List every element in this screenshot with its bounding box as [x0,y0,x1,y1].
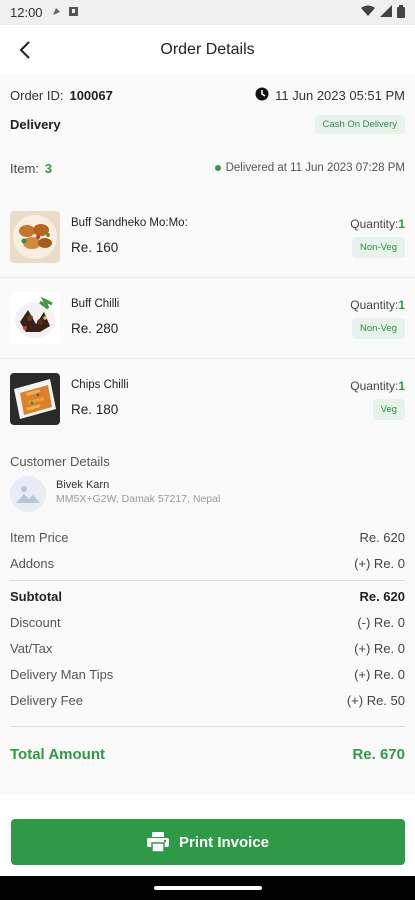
total-value: Re. 670 [352,746,405,763]
back-arrow-icon [19,41,30,59]
delivery-fee-label: Delivery Fee [10,693,83,708]
item-count: 3 [44,160,53,176]
print-invoice-button[interactable]: Print Invoice [11,819,405,865]
total-label: Total Amount [10,746,105,763]
order-items-list: Buff Sandheko Mo:Mo: Re. 160 Quantity:1 … [0,197,415,440]
food-image-chips-chilli [10,373,60,425]
price-summary: Item Price Re. 620 Addons (+) Re. 0 Subt… [10,530,405,770]
page-title: Order Details [160,41,255,58]
subtotal-value: Re. 620 [359,589,405,604]
order-type: Delivery [10,116,61,132]
payment-badge: Cash On Delivery [314,114,405,134]
clock-icon [255,87,269,104]
list-item: Buff Sandheko Mo:Mo: Re. 160 Quantity:1 … [0,197,415,278]
food-price: Re. 280 [71,321,119,336]
delivered-status-dot [214,165,221,171]
food-name: Chips Chilli [71,379,129,391]
food-quantity: Quantity:1 [350,379,405,393]
delivered-text: Delivered at 11 Jun 2023 07:28 PM [225,162,405,174]
item-price-value: Re. 620 [359,530,405,545]
status-time: 12:00 [10,5,43,20]
tips-row: Delivery Man Tips (+) Re. 0 [10,667,405,682]
wifi-icon [361,5,375,20]
food-tag: Non-Veg [352,237,405,258]
order-date: 11 Jun 2023 05:51 PM [275,87,405,103]
food-price: Re. 160 [71,240,119,255]
delivery-fee-row: Delivery Fee (+) Re. 50 [10,693,405,708]
item-count-row: Item: 3 Delivered at 11 Jun 2023 07:28 P… [10,157,405,179]
avatar [10,476,46,512]
notification-icon [51,6,62,20]
subtotal-label: Subtotal [10,589,62,604]
back-button[interactable] [10,35,40,65]
discount-label: Discount [10,615,61,630]
status-bar: 12:00 [0,0,415,25]
food-image-buff-chilli [10,292,60,344]
customer-address: MM5X+G2W, Damak 57217, Nepal [56,493,221,505]
system-nav-bar [0,876,415,900]
discount-row: Discount (-) Re. 0 [10,615,405,630]
order-details-content: Order ID: 100067 11 Jun 2023 05:51 PM De… [0,75,415,795]
total-row: Total Amount Re. 670 [10,746,405,763]
delivery-fee-value: (+) Re. 50 [346,693,405,708]
item-price-row: Item Price Re. 620 [10,530,405,545]
food-name: Buff Chilli [71,298,120,310]
list-item: Chips Chilli Re. 180 Quantity:1 Veg [0,359,415,440]
tips-label: Delivery Man Tips [10,667,114,682]
list-item: Buff Chilli Re. 280 Quantity:1 Non-Veg [0,278,415,359]
addons-label: Addons [10,556,55,571]
quantity-value: 1 [398,217,405,231]
app-bar: Order Details [0,25,415,75]
item-label: Item: [10,160,39,176]
quantity-label: Quantity: [350,379,399,393]
divider [10,726,405,727]
food-tag: Veg [372,399,405,420]
home-gesture-handle[interactable] [153,886,262,890]
food-price: Re. 180 [71,402,119,417]
printer-icon [146,832,169,852]
food-quantity: Quantity:1 [350,217,405,231]
vat-row: Vat/Tax (+) Re. 0 [10,641,405,656]
addons-row: Addons (+) Re. 0 [10,556,405,571]
image-placeholder-icon [16,486,40,503]
item-price-label: Item Price [10,530,69,545]
battery-icon [397,4,405,21]
divider [10,580,405,581]
quantity-value: 1 [398,298,405,312]
food-name: Buff Sandheko Mo:Mo: [71,217,188,229]
print-invoice-label: Print Invoice [178,833,270,851]
tips-value: (+) Re. 0 [354,667,405,682]
download-icon [68,6,79,20]
food-quantity: Quantity:1 [350,298,405,312]
order-id-row: Order ID: 100067 11 Jun 2023 05:51 PM [10,85,405,105]
customer-details-title: Customer Details [10,454,110,469]
customer-name: Bivek Karn [56,479,110,491]
signal-icon [380,5,392,20]
vat-value: (+) Re. 0 [354,641,405,656]
quantity-label: Quantity: [350,298,399,312]
subtotal-row: Subtotal Re. 620 [10,589,405,604]
order-id-value: 100067 [69,87,113,103]
food-tag: Non-Veg [352,318,405,339]
vat-label: Vat/Tax [10,641,53,656]
delivery-row: Delivery Cash On Delivery [10,113,405,135]
food-image-momo [10,211,60,263]
discount-value: (-) Re. 0 [357,615,405,630]
order-id-label: Order ID: [10,87,64,103]
addons-value: (+) Re. 0 [354,556,405,571]
quantity-value: 1 [398,379,405,393]
quantity-label: Quantity: [350,217,399,231]
